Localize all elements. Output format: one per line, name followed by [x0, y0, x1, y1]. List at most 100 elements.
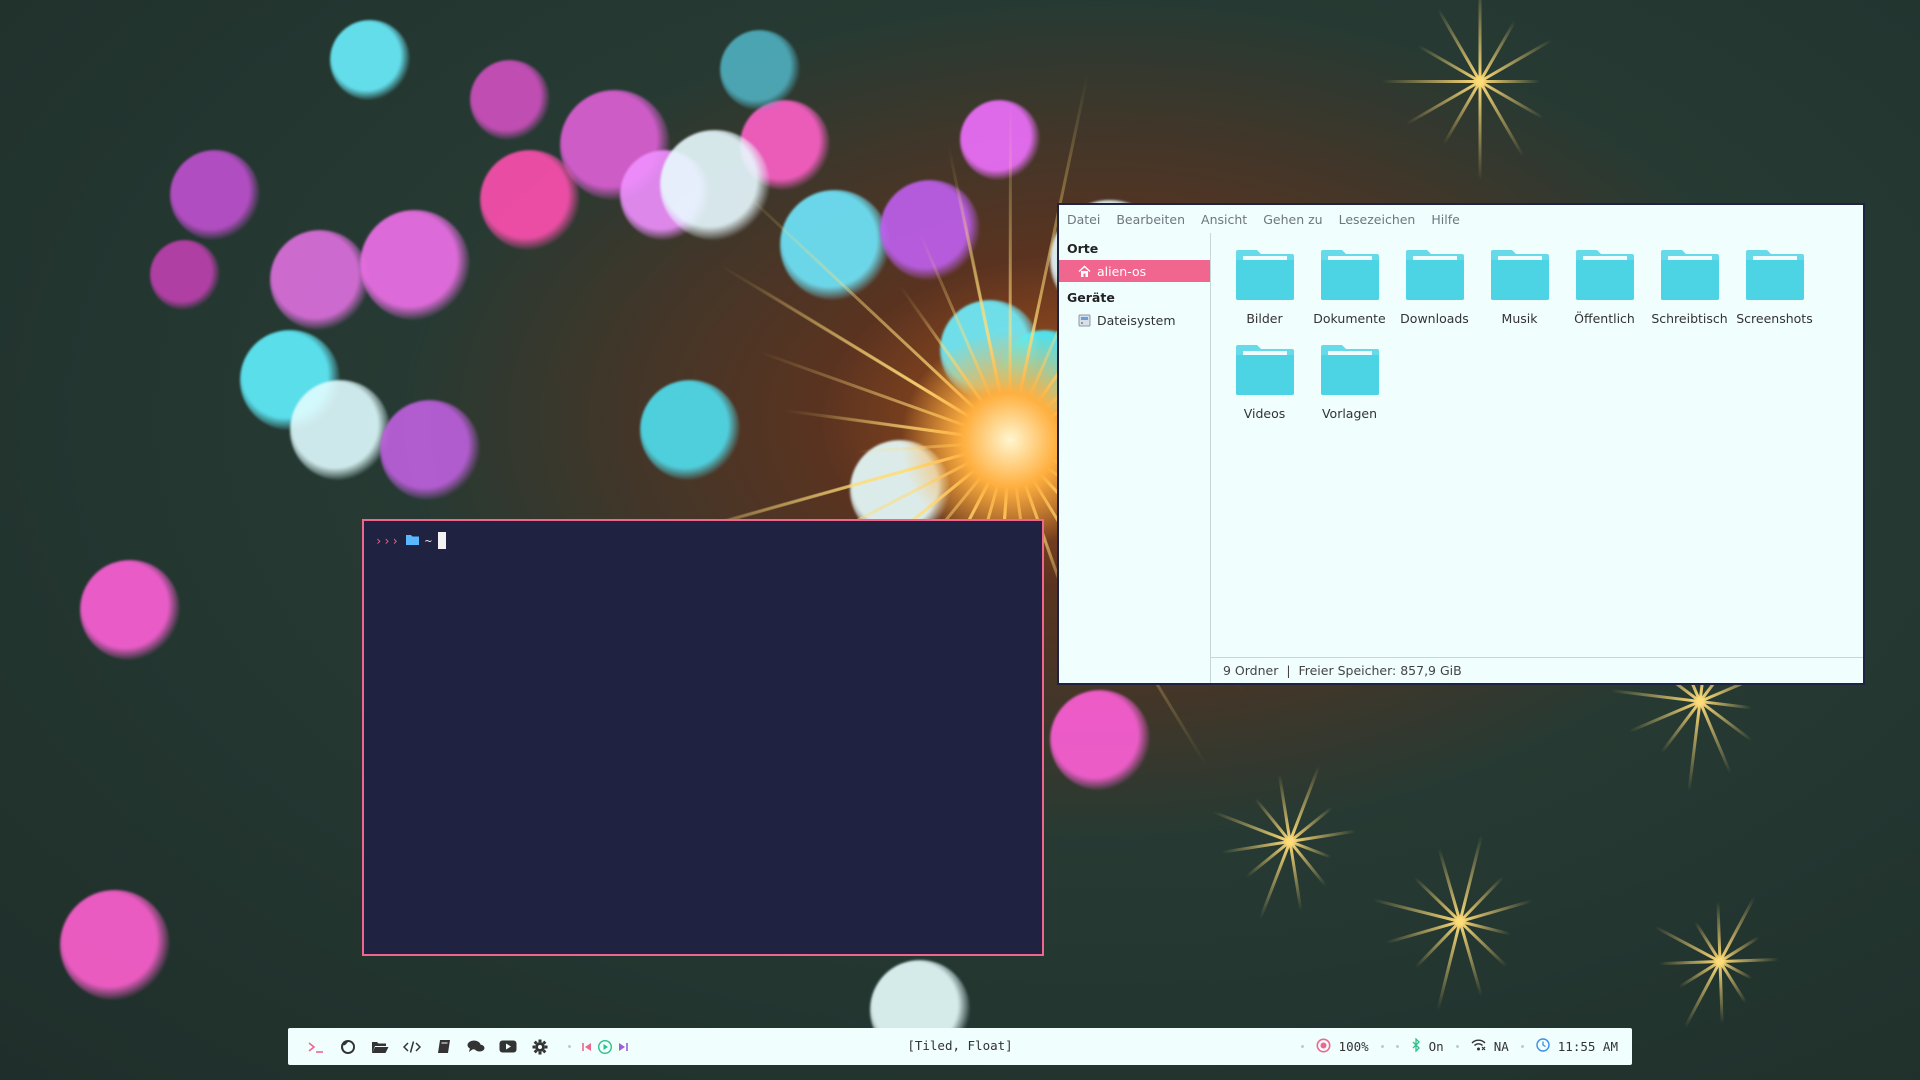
bokeh-light [660, 130, 770, 240]
bokeh-light [470, 60, 550, 140]
menu-hilfe[interactable]: Hilfe [1431, 212, 1459, 227]
terminal-window[interactable]: ››› ~ [362, 519, 1044, 956]
chat-icon[interactable] [466, 1037, 486, 1057]
separator-dot [568, 1045, 571, 1048]
firefox-icon[interactable] [338, 1037, 358, 1057]
volume-widget[interactable]: 100% [1316, 1038, 1369, 1056]
spark-streak [1718, 961, 1724, 1024]
folder-icon [1405, 249, 1465, 301]
folder-icon [405, 534, 419, 548]
play-icon[interactable] [597, 1037, 613, 1057]
folder-label: Dokumente [1313, 311, 1386, 326]
devices-heading: Geräte [1067, 290, 1115, 305]
text-cursor [437, 532, 446, 549]
folder-open-icon[interactable] [370, 1037, 390, 1057]
bokeh-light [640, 380, 740, 480]
folder-item[interactable]: Vorlagen [1307, 340, 1392, 435]
menu-gehen-zu[interactable]: Gehen zu [1263, 212, 1322, 227]
folder-icon [1575, 249, 1635, 301]
menu-ansicht[interactable]: Ansicht [1201, 212, 1247, 227]
prompt-path: ~ [424, 533, 432, 548]
sidebar: Orte alien-os Geräte Dateisystem [1059, 233, 1211, 683]
drive-icon [1077, 313, 1091, 327]
wifi-status: NA [1493, 1039, 1509, 1054]
bokeh-light [80, 560, 180, 660]
folder-item[interactable]: Schreibtisch [1647, 245, 1732, 340]
status-bar: 9 Ordner | Freier Speicher: 857,9 GiB [1210, 657, 1863, 683]
folder-label: Öffentlich [1574, 311, 1635, 326]
home-icon [1077, 264, 1091, 278]
folder-icon [1320, 344, 1380, 396]
bokeh-light [720, 30, 800, 110]
separator-dot [1300, 1045, 1304, 1048]
folder-item[interactable]: Bilder [1222, 245, 1307, 340]
sidebar-item-home[interactable]: alien-os [1059, 260, 1210, 282]
terminal-icon[interactable] [306, 1037, 326, 1057]
bokeh-light [380, 400, 480, 500]
menu-bearbeiten[interactable]: Bearbeiten [1116, 212, 1185, 227]
spark-streak [1478, 81, 1482, 181]
folder-icon [1235, 344, 1295, 396]
folder-item[interactable]: Videos [1222, 340, 1307, 435]
folder-label: Bilder [1246, 311, 1283, 326]
menu-lesezeichen[interactable]: Lesezeichen [1339, 212, 1416, 227]
clock-icon [1536, 1038, 1550, 1055]
spark-streak [1478, 0, 1482, 82]
separator-dot [1395, 1045, 1399, 1048]
clock-widget[interactable]: 11:55 AM [1536, 1038, 1618, 1055]
folder-item[interactable]: Dokumente [1307, 245, 1392, 340]
bokeh-light [150, 240, 220, 310]
book-icon[interactable] [434, 1037, 454, 1057]
bokeh-light [290, 380, 390, 480]
folder-item[interactable]: Öffentlich [1562, 245, 1647, 340]
spark-streak [1719, 957, 1780, 963]
next-icon[interactable] [617, 1037, 629, 1057]
sidebar-item-filesystem[interactable]: Dateisystem [1059, 309, 1210, 331]
youtube-icon[interactable] [498, 1037, 518, 1057]
wifi-widget[interactable]: NA [1471, 1039, 1509, 1054]
bokeh-light [780, 190, 890, 300]
wifi-icon [1471, 1039, 1486, 1054]
folder-view: Bilder Dokumente Downloads Musik Öffentlich S… [1210, 233, 1863, 658]
folder-icon [1745, 249, 1805, 301]
file-manager-window: Datei Bearbeiten Ansicht Gehen zu Leseze… [1057, 203, 1865, 685]
folder-item[interactable]: Downloads [1392, 245, 1477, 340]
spark-streak [1480, 80, 1540, 83]
status-text: 9 Ordner | Freier Speicher: 857,9 GiB [1223, 663, 1462, 678]
spark-streak [1716, 901, 1722, 962]
sidebar-item-label: Dateisystem [1097, 312, 1176, 328]
folder-label: Schreibtisch [1651, 311, 1728, 326]
folder-icon [1320, 249, 1380, 301]
code-icon[interactable] [402, 1037, 422, 1057]
prompt-arrows: ››› [375, 533, 400, 548]
separator-dot [1380, 1045, 1384, 1048]
separator-dot [1520, 1045, 1524, 1048]
separator-dot [1455, 1045, 1459, 1048]
spark-streak [1405, 80, 1481, 126]
folder-item[interactable]: Musik [1477, 245, 1562, 340]
folder-item[interactable]: Screenshots [1732, 245, 1817, 340]
system-tray: 100% On NA 11:55 AM [1300, 1028, 1618, 1065]
previous-icon[interactable] [581, 1037, 593, 1057]
bokeh-light [960, 100, 1040, 180]
bokeh-light [270, 230, 370, 330]
folder-label: Vorlagen [1321, 406, 1378, 421]
menu-datei[interactable]: Datei [1067, 212, 1100, 227]
bokeh-light [60, 890, 170, 1000]
clock-time: 11:55 AM [1557, 1039, 1618, 1054]
menu-bar: Datei Bearbeiten Ansicht Gehen zu Leseze… [1059, 205, 1863, 233]
bokeh-light [1050, 690, 1150, 790]
volume-value: 100% [1338, 1039, 1369, 1054]
gear-icon[interactable] [530, 1037, 550, 1057]
folder-grid: Bilder Dokumente Downloads Musik Öffentlich S… [1222, 245, 1852, 435]
bluetooth-widget[interactable]: On [1411, 1037, 1444, 1055]
folder-icon [1235, 249, 1295, 301]
folder-label: Videos [1243, 406, 1286, 421]
folder-label: Downloads [1400, 311, 1469, 326]
folder-icon [1660, 249, 1720, 301]
sidebar-item-label: alien-os [1097, 263, 1147, 279]
folder-label: Musik [1501, 311, 1538, 326]
spark-streak [1382, 80, 1480, 83]
folder-icon [1490, 249, 1550, 301]
bokeh-light [360, 210, 470, 320]
